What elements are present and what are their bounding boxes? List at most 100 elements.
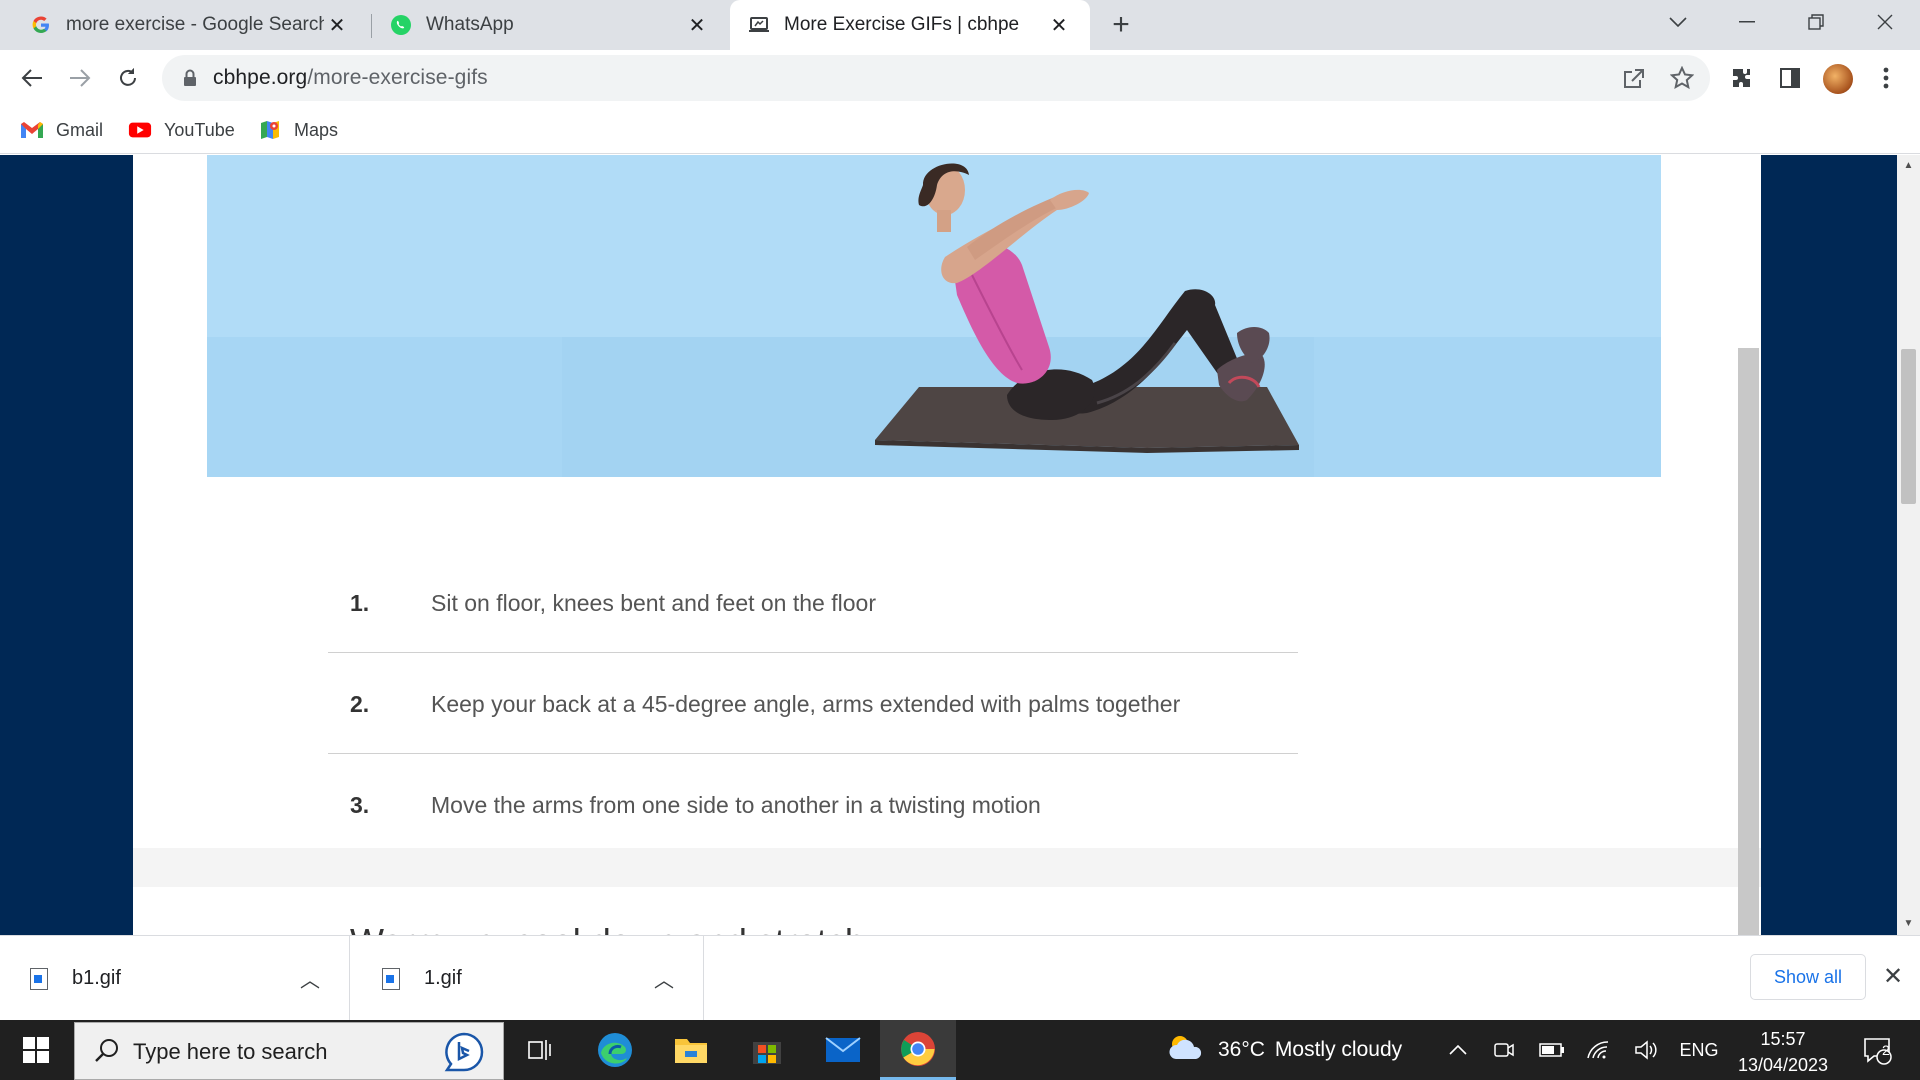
close-icon[interactable]: ✕ [1046,12,1072,38]
maps-icon [258,120,282,140]
notification-count: 2 [1882,1042,1890,1058]
menu-dots-icon[interactable] [1868,60,1904,96]
address-bar[interactable]: cbhpe.org/more-exercise-gifs [162,55,1710,101]
wifi-icon[interactable] [1580,1020,1616,1080]
download-item[interactable]: 1.gif ︿ [354,936,704,1021]
taskbar-search-input[interactable]: Type here to search [74,1022,504,1080]
bookmark-label: Gmail [56,119,104,140]
language-indicator[interactable]: ENG [1674,1020,1724,1080]
url-path: /more-exercise-gifs [307,66,488,89]
side-panel-icon[interactable] [1772,60,1808,96]
search-icon [93,1037,121,1065]
step-text: Sit on floor, knees bent and feet on the… [431,590,876,616]
woman-russian-twist-figure [875,163,1299,453]
gmail-icon [20,120,44,140]
tab-strip: more exercise - Google Search ✕ WhatsApp… [0,0,1920,50]
exercise-gif [207,155,1661,477]
tab-search-chevron-icon[interactable] [1647,0,1709,44]
step-number: 1. [350,590,370,616]
microsoft-store-icon[interactable] [730,1020,804,1080]
page-viewport: 1. Sit on floor, knees bent and feet on … [0,155,1897,935]
list-item: 2. Keep your back at a 45-degree angle, … [328,653,1298,754]
list-item: 1. Sit on floor, knees bent and feet on … [328,552,1298,653]
weather-widget[interactable]: 36°C Mostly cloudy [1166,1020,1402,1080]
download-filename: 1.gif [424,967,462,989]
reload-icon[interactable] [110,60,146,96]
url-text[interactable]: cbhpe.org/more-exercise-gifs [213,66,488,90]
scroll-up-icon[interactable]: ▲ [1901,159,1916,173]
chrome-icon[interactable] [880,1020,956,1080]
tab-title: More Exercise GIFs | cbhpe [784,14,1020,35]
volume-icon[interactable] [1628,1020,1664,1080]
show-all-button[interactable]: Show all [1750,954,1866,1000]
file-icon [382,967,400,990]
site-icon [748,14,770,36]
window-close-icon[interactable] [1854,0,1916,44]
next-section-card: Warm up, cool down and stretch [207,887,1661,935]
close-icon[interactable]: ✕ [1878,962,1908,992]
bookmark-maps[interactable]: Maps [258,115,338,145]
whatsapp-icon [390,14,412,36]
tab-whatsapp[interactable]: WhatsApp ✕ [372,0,728,50]
close-icon[interactable]: ✕ [684,12,710,38]
weather-temp: 36°C [1218,1038,1265,1061]
mail-icon[interactable] [806,1020,880,1080]
share-icon[interactable] [1620,64,1648,92]
youtube-icon [128,120,152,140]
step-number: 3. [350,792,370,818]
tab-google-search[interactable]: more exercise - Google Search ✕ [0,0,368,50]
search-placeholder: Type here to search [133,1039,328,1064]
taskbar-clock[interactable]: 15:57 13/04/2023 [1730,1026,1836,1078]
bookmark-gmail[interactable]: Gmail [20,115,103,145]
back-icon[interactable] [14,60,50,96]
url-domain: cbhpe.org [213,66,308,89]
windows-start-icon[interactable] [0,1020,72,1080]
meet-now-icon[interactable] [1486,1020,1522,1080]
file-explorer-icon[interactable] [654,1020,728,1080]
scrollbar-thumb[interactable] [1901,349,1916,504]
task-view-icon[interactable] [504,1020,578,1080]
download-item[interactable]: b1.gif ︿ [0,936,350,1021]
minimize-icon[interactable] [1716,0,1778,44]
download-bar: b1.gif ︿ 1.gif ︿ Show all ✕ [0,935,1920,1021]
file-icon [30,967,48,990]
tab-title: WhatsApp [426,14,514,35]
google-icon [30,14,52,36]
tab-more-exercise-gifs[interactable]: More Exercise GIFs | cbhpe ✕ [730,0,1090,50]
new-tab-button[interactable]: + [1104,8,1138,42]
lock-icon[interactable] [182,68,198,88]
tab-title: more exercise - Google Search [66,14,324,35]
bookmarks-bar: Gmail YouTube Maps [0,106,1920,154]
steps-list: 1. Sit on floor, knees bent and feet on … [328,552,1298,855]
clock-date: 13/04/2023 [1737,1055,1829,1075]
list-item: 3. Move the arms from one side to anothe… [328,754,1298,855]
forward-icon[interactable] [62,60,98,96]
page-scrollbar[interactable]: ▲ ▼ [1897,155,1920,935]
section-gap [133,848,1761,887]
chevron-up-icon[interactable] [1440,1020,1476,1080]
bookmark-star-icon[interactable] [1668,64,1696,92]
notifications-icon[interactable]: 2 [1852,1020,1902,1080]
bing-icon[interactable] [443,1031,485,1073]
step-text: Move the arms from one side to another i… [431,792,1041,818]
close-icon[interactable]: ✕ [324,12,350,38]
battery-icon[interactable] [1534,1020,1570,1080]
restore-icon[interactable] [1785,0,1847,44]
inner-scrollbar[interactable] [1738,348,1759,935]
scroll-down-icon[interactable]: ▼ [1901,917,1916,931]
profile-avatar[interactable] [1823,64,1853,94]
chevron-up-icon[interactable]: ︿ [649,964,679,993]
extensions-icon[interactable] [1724,60,1760,96]
cloud-icon [1166,1032,1206,1068]
step-text: Keep your back at a 45-degree angle, arm… [431,691,1181,717]
windows-taskbar: Type here to search 36°C Mostly cloudy E… [0,1020,1920,1080]
bookmark-label: Maps [294,119,339,140]
edge-icon[interactable] [578,1020,652,1080]
section-heading: Warm up, cool down and stretch [350,921,865,935]
step-number: 2. [350,691,370,717]
weather-desc: Mostly cloudy [1274,1038,1403,1061]
chevron-up-icon[interactable]: ︿ [295,964,325,993]
download-filename: b1.gif [72,967,121,989]
clock-time: 15:57 [1760,1029,1806,1049]
bookmark-youtube[interactable]: YouTube [128,115,235,145]
